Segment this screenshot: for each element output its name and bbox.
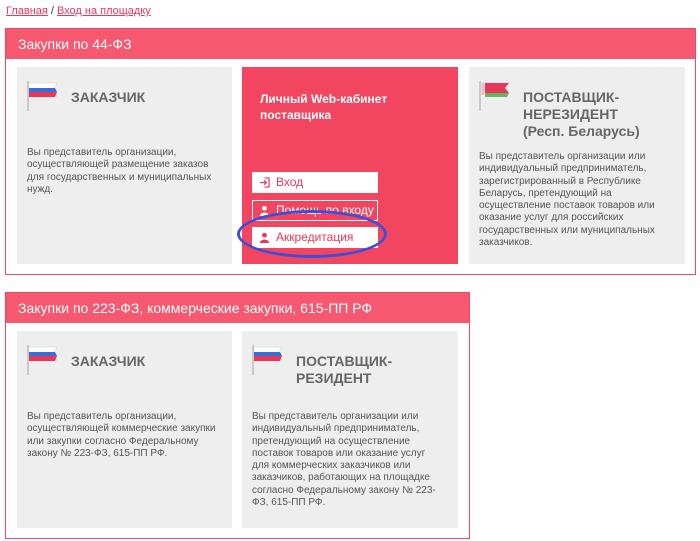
user-icon bbox=[259, 205, 270, 216]
card-nonresident-title: ПОСТАВЩИК- НЕРЕЗИДЕНТ (Респ. Беларусь) bbox=[523, 89, 640, 140]
card-customer-44-text: Вы представитель организации, осуществля… bbox=[27, 147, 212, 195]
russia-flag-icon bbox=[252, 345, 283, 375]
card-nonresident-text: Вы представитель организации или индивид… bbox=[479, 151, 655, 249]
section-44fz-header: Закупки по 44-ФЗ bbox=[6, 29, 695, 59]
login-icon bbox=[259, 177, 270, 188]
breadcrumb-separator: / bbox=[50, 5, 54, 17]
breadcrumb-current-link[interactable]: Вход на площадку bbox=[57, 5, 151, 17]
card-nonresident-title-line2: НЕРЕЗИДЕНТ bbox=[523, 106, 618, 122]
login-button[interactable]: Вход bbox=[252, 172, 378, 193]
breadcrumb: Главная / Вход на площадку bbox=[6, 5, 151, 17]
card-customer-223[interactable]: ЗАКАЗЧИК Вы представитель организации, о… bbox=[17, 331, 232, 528]
card-customer-223-text: Вы представитель организации, осуществля… bbox=[27, 411, 216, 459]
card-resident-title: ПОСТАВЩИК- РЕЗИДЕНТ bbox=[296, 353, 392, 387]
section-223fz-header: Закупки по 223-ФЗ, коммерческие закупки,… bbox=[6, 293, 469, 323]
card-customer-44[interactable]: ЗАКАЗЧИК Вы представитель организации, о… bbox=[17, 67, 232, 264]
card-supplier-nonresident[interactable]: ПОСТАВЩИК- НЕРЕЗИДЕНТ (Респ. Беларусь) В… bbox=[469, 67, 685, 264]
russia-flag-icon bbox=[27, 345, 58, 375]
card-resident-title-line2: РЕЗИДЕНТ bbox=[296, 370, 372, 386]
card-customer-44-title: ЗАКАЗЧИК bbox=[71, 89, 146, 105]
user-icon bbox=[259, 232, 270, 243]
card-resident-text: Вы представитель организации или индивид… bbox=[252, 411, 436, 509]
accreditation-button[interactable]: Аккредитация bbox=[252, 227, 378, 248]
login-help-button[interactable]: Помощь по входу bbox=[252, 200, 378, 221]
belarus-flag-icon bbox=[479, 81, 509, 111]
supplier-web-cabinet-card: Личный Web-кабинет поставщика Вход Помощ… bbox=[242, 67, 458, 264]
login-help-button-label: Помощь по входу bbox=[276, 203, 374, 217]
accreditation-button-label: Аккредитация bbox=[276, 230, 354, 244]
login-button-label: Вход bbox=[276, 175, 304, 189]
card-customer-223-title: ЗАКАЗЧИК bbox=[71, 353, 146, 369]
card-nonresident-title-line1: ПОСТАВЩИК- bbox=[523, 89, 620, 105]
card-nonresident-title-line3: (Респ. Беларусь) bbox=[523, 123, 640, 139]
card-supplier-resident[interactable]: ПОСТАВЩИК- РЕЗИДЕНТ Вы представитель орг… bbox=[242, 331, 458, 528]
section-44fz: Закупки по 44-ФЗ ЗАКАЗЧИК Вы представите… bbox=[5, 28, 696, 275]
breadcrumb-home-link[interactable]: Главная bbox=[6, 5, 48, 17]
supplier-web-cabinet-title: Личный Web-кабинет поставщика bbox=[260, 92, 388, 122]
russia-flag-icon bbox=[27, 81, 58, 111]
section-223fz: Закупки по 223-ФЗ, коммерческие закупки,… bbox=[5, 292, 470, 539]
card-resident-title-line1: ПОСТАВЩИК- bbox=[296, 353, 393, 369]
